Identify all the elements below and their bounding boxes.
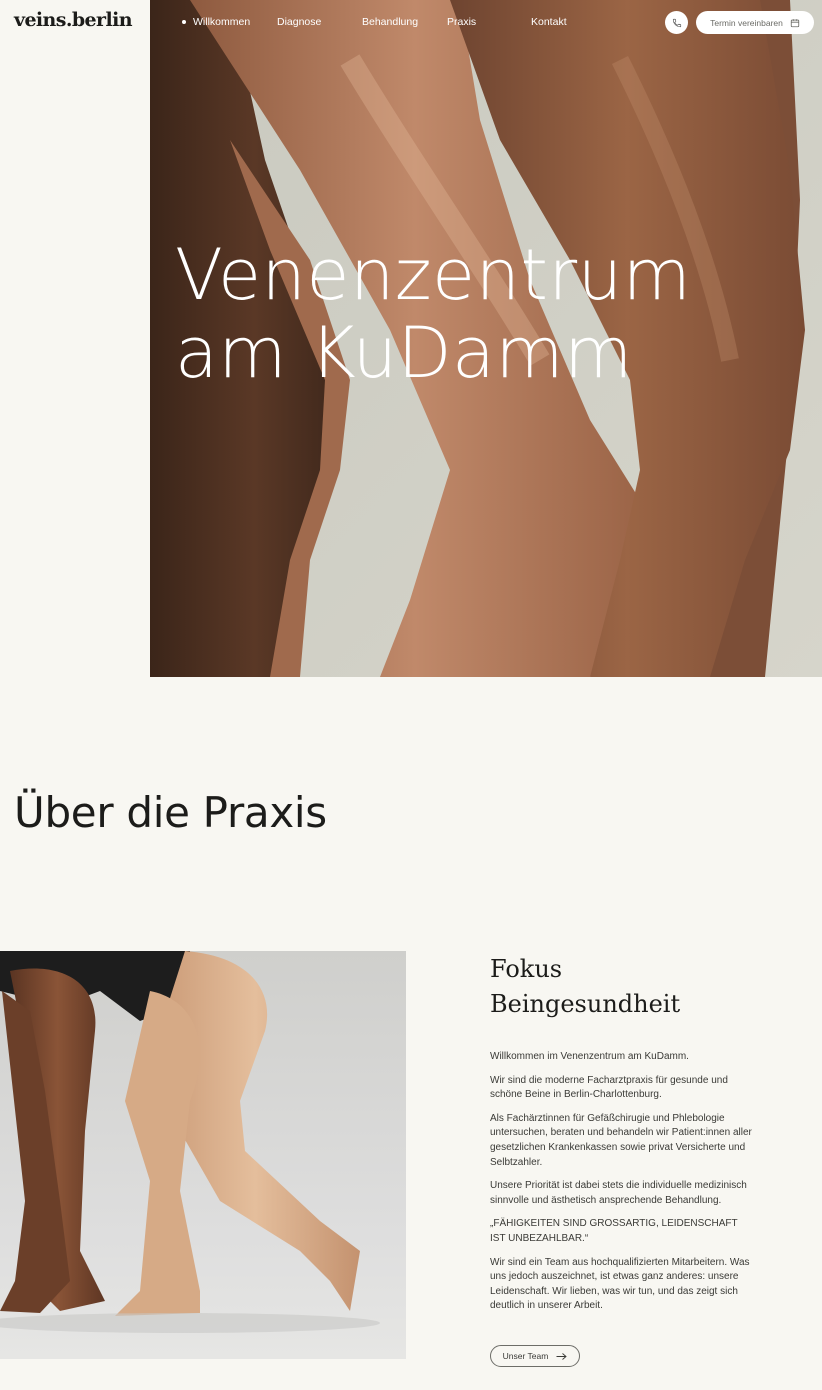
section-title: Über die Praxis: [14, 788, 327, 837]
about-content: Fokus Beingesundheit Willkommen im Venen…: [490, 952, 752, 1323]
about-heading-line-2: Beingesundheit: [490, 990, 681, 1018]
about-paragraph-1: Willkommen im Venenzentrum am KuDamm.: [490, 1051, 689, 1062]
about-paragraph-4: Unsere Priorität ist dabei stets die ind…: [490, 1180, 747, 1206]
phone-icon: [672, 18, 681, 27]
our-team-button[interactable]: Unser Team: [490, 1345, 580, 1367]
hero-title-line-2: am KuDamm: [175, 312, 633, 394]
about-heading-line-1: Fokus: [490, 955, 563, 983]
arrow-right-icon: [556, 1352, 568, 1360]
about-paragraph-3: Als Fachärztinnen für Gefäßchirugie und …: [490, 1112, 752, 1168]
about-paragraph-6: Wir sind ein Team aus hochqualifizierten…: [490, 1256, 750, 1312]
about-paragraph-2: Wir sind die moderne Facharztpraxis für …: [490, 1074, 728, 1101]
phone-button[interactable]: [665, 11, 688, 34]
legs-walking-photo: [0, 951, 406, 1359]
nav-item-willkommen[interactable]: Willkommen: [193, 15, 250, 29]
about-quote: „FÄHIGKEITEN SIND GROSSARTIG, LEIDENSCHA…: [490, 1218, 738, 1244]
about-heading: Fokus Beingesundheit: [490, 952, 752, 1022]
team-photo: [0, 951, 406, 1359]
hero-title-line-1: Venenzentrum: [175, 234, 692, 316]
hero-title: Venenzentrum am KuDamm: [175, 236, 691, 392]
nav-item-behandlung[interactable]: Behandlung: [362, 15, 418, 29]
active-indicator-dot: [182, 20, 186, 24]
nav-item-praxis[interactable]: Praxis: [447, 15, 476, 29]
book-appointment-button[interactable]: Termin vereinbaren: [696, 11, 814, 34]
book-appointment-label: Termin vereinbaren: [710, 17, 783, 28]
calendar-icon: [790, 18, 800, 27]
nav-item-kontakt[interactable]: Kontakt: [531, 15, 567, 29]
nav-item-diagnose[interactable]: Diagnose: [277, 15, 321, 29]
our-team-label: Unser Team: [502, 1351, 549, 1361]
